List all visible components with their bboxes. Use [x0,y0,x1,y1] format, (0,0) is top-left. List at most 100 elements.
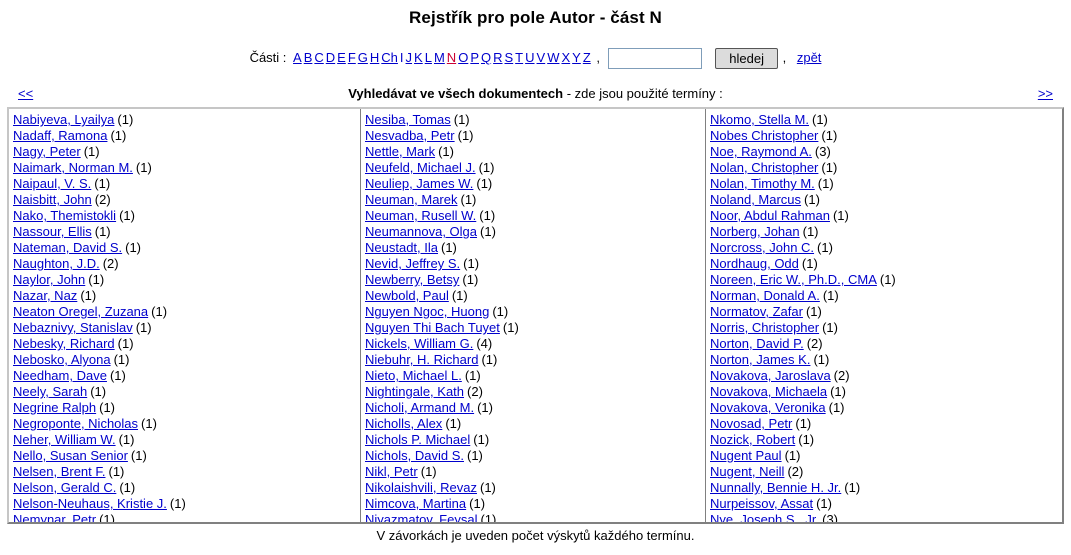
term-link[interactable]: Nicholls, Alex [365,416,442,431]
term-link[interactable]: Neaton Oregel, Zuzana [13,304,148,319]
term-link[interactable]: Norton, James K. [710,352,810,367]
term-link[interactable]: Nye, Joseph S., Jr. [710,512,819,522]
term-link[interactable]: Novosad, Petr [710,416,792,431]
alphabet-letter-l[interactable]: L [425,50,432,65]
alphabet-letter-a[interactable]: A [293,50,302,65]
alphabet-letter-r[interactable]: R [493,50,502,65]
alphabet-letter-z[interactable]: Z [583,50,591,65]
term-link[interactable]: Neumannova, Olga [365,224,477,239]
term-link[interactable]: Neely, Sarah [13,384,87,399]
term-link[interactable]: Nelson, Gerald C. [13,480,116,495]
alphabet-letter-m[interactable]: M [434,50,445,65]
term-link[interactable]: Nightingale, Kath [365,384,464,399]
term-link[interactable]: Nurpeissov, Assat [710,496,813,511]
term-link[interactable]: Neustadt, Ila [365,240,438,255]
term-link[interactable]: Norton, David P. [710,336,804,351]
term-link[interactable]: Nkomo, Stella M. [710,112,809,127]
term-link[interactable]: Naylor, John [13,272,85,287]
term-link[interactable]: Neufeld, Michael J. [365,160,476,175]
term-link[interactable]: Nevid, Jeffrey S. [365,256,460,271]
term-link[interactable]: Nello, Susan Senior [13,448,128,463]
term-link[interactable]: Nagy, Peter [13,144,81,159]
term-link[interactable]: Nelson-Neuhaus, Kristie J. [13,496,167,511]
term-link[interactable]: Nugent, Neill [710,464,784,479]
alphabet-letter-d[interactable]: D [326,50,335,65]
term-link[interactable]: Naipaul, V. S. [13,176,91,191]
term-link[interactable]: Nordhaug, Odd [710,256,799,271]
term-link[interactable]: Nassour, Ellis [13,224,92,239]
term-link[interactable]: Neuliep, James W. [365,176,473,191]
term-link[interactable]: Normatov, Zafar [710,304,803,319]
search-input[interactable] [607,48,702,69]
alphabet-letter-f[interactable]: F [348,50,356,65]
term-link[interactable]: Newberry, Betsy [365,272,459,287]
alphabet-letter-t[interactable]: T [515,50,523,65]
alphabet-letter-b[interactable]: B [304,50,313,65]
term-link[interactable]: Nemynar, Petr [13,512,96,522]
alphabet-letter-n[interactable]: N [447,50,456,65]
term-link[interactable]: Nako, Themistokli [13,208,116,223]
term-link[interactable]: Negrine Ralph [13,400,96,415]
term-link[interactable]: Novakova, Jaroslava [710,368,831,383]
term-link[interactable]: Novakova, Veronika [710,400,826,415]
next-page-link[interactable]: >> [1038,86,1053,101]
alphabet-letter-ch[interactable]: Ch [381,50,398,65]
term-link[interactable]: Nadaff, Ramona [13,128,107,143]
alphabet-letter-u[interactable]: U [525,50,534,65]
term-link[interactable]: Nolan, Timothy M. [710,176,815,191]
term-link[interactable]: Nikolaishvili, Revaz [365,480,477,495]
alphabet-letter-c[interactable]: C [314,50,323,65]
term-link[interactable]: Nichols, David S. [365,448,464,463]
alphabet-letter-e[interactable]: E [337,50,346,65]
term-link[interactable]: Niebuhr, H. Richard [365,352,478,367]
term-link[interactable]: Nieto, Michael L. [365,368,462,383]
term-link[interactable]: Nobes Christopher [710,128,818,143]
term-link[interactable]: Nazar, Naz [13,288,77,303]
term-link[interactable]: Nicholi, Armand M. [365,400,474,415]
alphabet-letter-o[interactable]: O [458,50,468,65]
alphabet-letter-g[interactable]: G [358,50,368,65]
term-link[interactable]: Nebesky, Richard [13,336,115,351]
term-link[interactable]: Novakova, Michaela [710,384,827,399]
term-link[interactable]: Norman, Donald A. [710,288,820,303]
alphabet-letter-v[interactable]: V [537,50,546,65]
term-link[interactable]: Naughton, J.D. [13,256,100,271]
term-link[interactable]: Naimark, Norman M. [13,160,133,175]
term-link[interactable]: Newbold, Paul [365,288,449,303]
term-link[interactable]: Norcross, John C. [710,240,814,255]
term-link[interactable]: Nimcova, Martina [365,496,466,511]
term-link[interactable]: Nebaznivy, Stanislav [13,320,133,335]
search-button[interactable]: hledej [715,48,778,69]
term-link[interactable]: Naisbitt, John [13,192,92,207]
term-link[interactable]: Noor, Abdul Rahman [710,208,830,223]
term-link[interactable]: Noe, Raymond A. [710,144,812,159]
alphabet-letter-x[interactable]: X [561,50,570,65]
term-link[interactable]: Neher, William W. [13,432,116,447]
alphabet-letter-j[interactable]: J [406,50,413,65]
search-all-documents-link[interactable]: Vyhledávat ve všech dokumentech [348,86,563,101]
term-link[interactable]: Nateman, David S. [13,240,122,255]
alphabet-letter-y[interactable]: Y [572,50,581,65]
term-link[interactable]: Niyazmatov, Feysal [365,512,477,522]
alphabet-letter-p[interactable]: P [470,50,479,65]
previous-page-link[interactable]: << [18,86,33,101]
alphabet-letter-h[interactable]: H [370,50,379,65]
term-link[interactable]: Neuman, Marek [365,192,457,207]
term-link[interactable]: Nesvadba, Petr [365,128,455,143]
alphabet-letter-s[interactable]: S [505,50,514,65]
term-link[interactable]: Norberg, Johan [710,224,800,239]
term-link[interactable]: Nettle, Mark [365,144,435,159]
term-link[interactable]: Nikl, Petr [365,464,418,479]
term-link[interactable]: Nozick, Robert [710,432,795,447]
alphabet-letter-q[interactable]: Q [481,50,491,65]
term-link[interactable]: Needham, Dave [13,368,107,383]
term-link[interactable]: Nugent Paul [710,448,782,463]
term-link[interactable]: Nabiyeva, Lyailya [13,112,114,127]
alphabet-letter-w[interactable]: W [547,50,559,65]
term-link[interactable]: Negroponte, Nicholas [13,416,138,431]
alphabet-letter-k[interactable]: K [414,50,423,65]
term-link[interactable]: Nickels, William G. [365,336,473,351]
term-link[interactable]: Nguyen Ngoc, Huong [365,304,489,319]
term-link[interactable]: Noland, Marcus [710,192,801,207]
term-link[interactable]: Nelsen, Brent F. [13,464,106,479]
